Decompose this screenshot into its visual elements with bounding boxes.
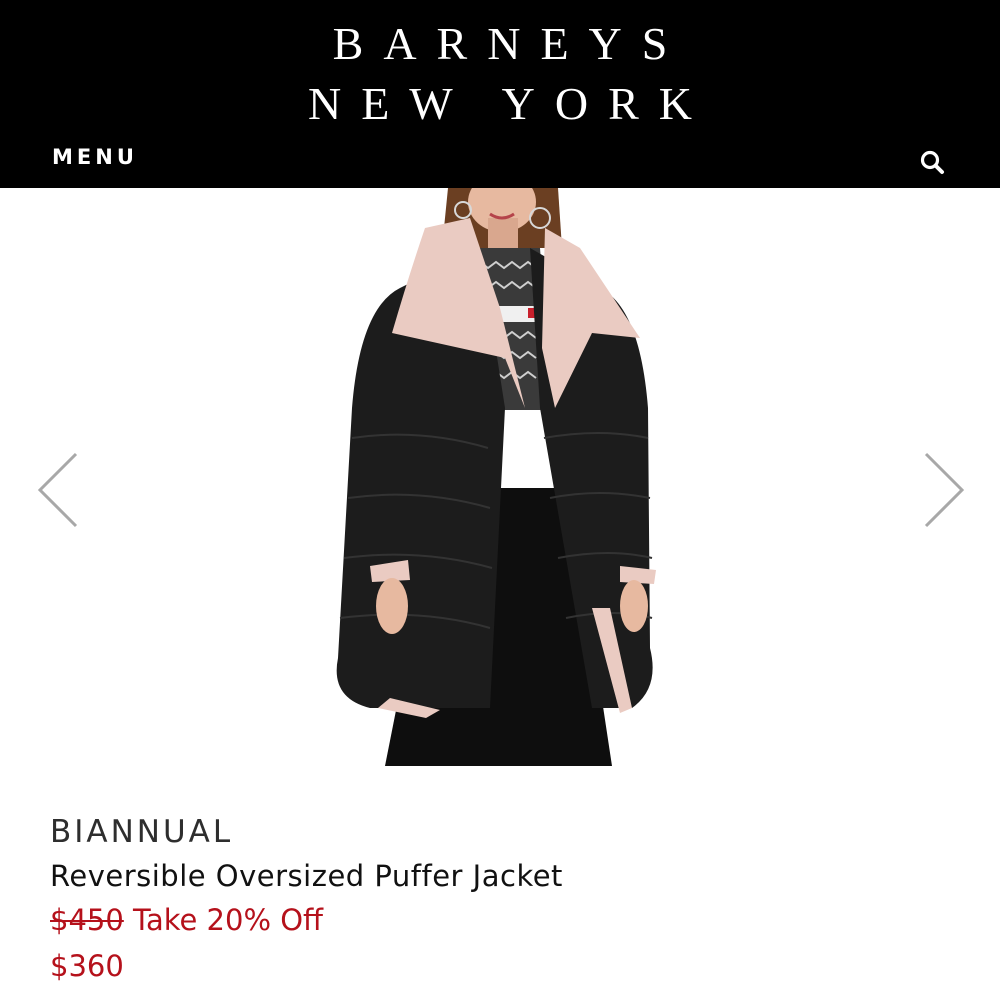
logo-line-1: BARNEYS — [332, 18, 688, 69]
site-logo[interactable]: BARNEYS NEW YORK — [0, 14, 1000, 134]
carousel-prev[interactable] — [36, 452, 80, 528]
product-brand[interactable]: BIANNUAL — [50, 812, 233, 852]
sale-price: $360 — [50, 949, 124, 983]
menu-button[interactable]: MENU — [52, 142, 138, 172]
chevron-left-icon — [36, 452, 80, 532]
logo-line-2: NEW YORK — [307, 78, 713, 129]
promo-text: Take 20% Off — [133, 903, 324, 937]
original-price: $450 — [50, 903, 124, 937]
product-image[interactable] — [330, 172, 670, 768]
search-icon[interactable] — [918, 148, 948, 178]
price-row: $450 Take 20% Off — [50, 900, 323, 940]
chevron-right-icon — [922, 452, 966, 532]
site-header: BARNEYS NEW YORK MENU — [0, 0, 1000, 188]
product-name[interactable]: Reversible Oversized Puffer Jacket — [50, 856, 563, 896]
carousel-next[interactable] — [922, 452, 966, 528]
